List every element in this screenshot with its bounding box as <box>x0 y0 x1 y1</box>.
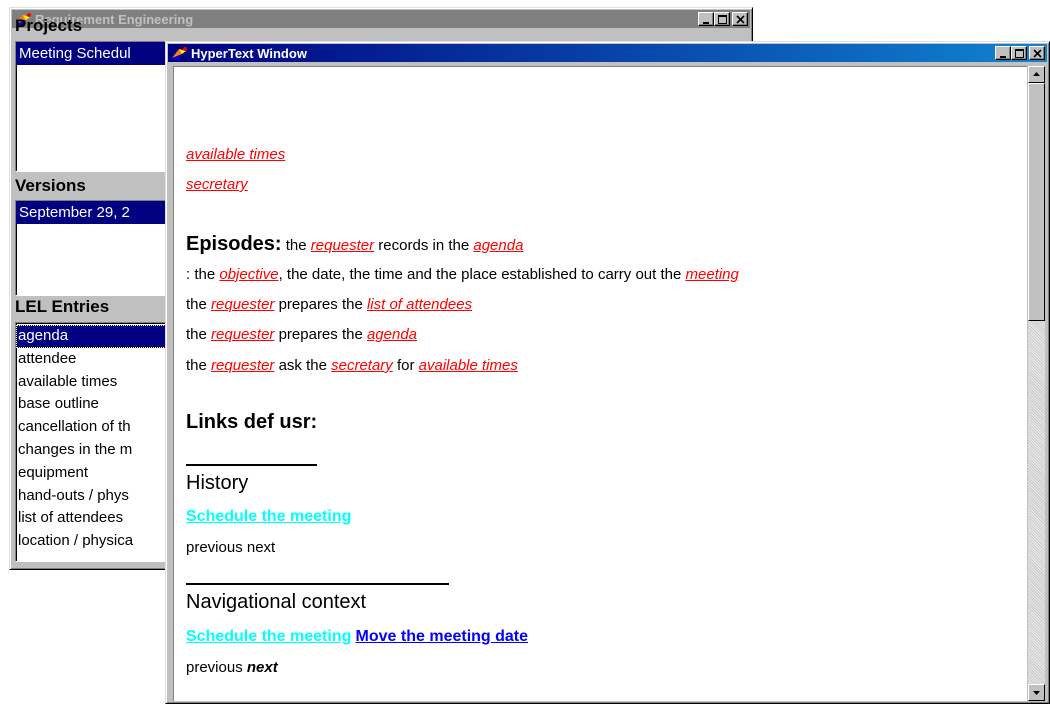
lel-entry[interactable]: equipment <box>16 462 184 485</box>
lel-entry[interactable]: location / physica <box>16 530 184 553</box>
nav-move-date-link[interactable]: Move the meeting date <box>356 628 528 645</box>
episode-line: : the objective, the date, the time and … <box>186 266 739 283</box>
scroll-thumb[interactable] <box>1028 83 1045 321</box>
hypertext-window: HyperText Window available times secreta… <box>165 41 1050 704</box>
available-times-link[interactable]: available times <box>186 146 285 163</box>
close-icon <box>1033 49 1042 58</box>
history-heading: History <box>186 472 249 494</box>
hypertext-window-titlebar[interactable]: HyperText Window <box>168 44 1047 62</box>
nav-previous[interactable]: previous <box>186 659 243 676</box>
versions-listbox[interactable]: September 29, 2 <box>15 200 185 296</box>
versions-label: Versions <box>15 176 86 195</box>
agenda-link[interactable]: agenda <box>473 237 523 254</box>
episode-line: the requester prepares the agenda <box>186 326 417 343</box>
nav-context-divider <box>186 583 449 585</box>
lel-entry[interactable]: list of attendees <box>16 507 184 530</box>
lel-entry[interactable]: changes in the m <box>16 439 184 462</box>
maximize-icon <box>1015 49 1024 58</box>
lel-entry[interactable]: available times <box>16 371 184 394</box>
navigational-context-heading: Navigational context <box>186 591 367 613</box>
episode-text: the <box>186 296 212 313</box>
hypertext-window-title: HyperText Window <box>191 45 307 61</box>
meeting-link[interactable]: meeting <box>685 266 738 283</box>
version-item[interactable]: September 29, 2 <box>16 201 184 224</box>
episode-text: the <box>186 326 212 343</box>
scroll-up-button[interactable] <box>1028 66 1045 83</box>
lel-entry[interactable]: hand-outs / phys <box>16 485 184 508</box>
requester-link[interactable]: requester <box>211 326 274 343</box>
nav-schedule-link[interactable]: Schedule the meeting <box>186 628 351 645</box>
episode-text: ask the <box>274 357 332 374</box>
minimize-button[interactable] <box>995 46 1011 60</box>
lel-entries-label: LEL Entries <box>15 297 110 316</box>
minimize-icon <box>1000 56 1006 58</box>
projects-label: Projects <box>15 16 83 35</box>
close-button[interactable] <box>1029 46 1045 60</box>
list-of-attendees-link[interactable]: list of attendees <box>367 296 472 313</box>
lel-entries-listbox[interactable]: agenda attendee available times base out… <box>15 322 185 562</box>
requester-link[interactable]: requester <box>211 296 274 313</box>
app-icon <box>172 46 187 60</box>
history-next[interactable]: next <box>247 539 275 556</box>
lel-entry[interactable]: base outline <box>16 393 184 416</box>
arrow-up-icon <box>1033 72 1040 76</box>
episode-line: the requester prepares the list of atten… <box>186 296 472 313</box>
requester-link[interactable]: requester <box>311 237 374 254</box>
episode-text: prepares the <box>274 296 367 313</box>
minimize-button[interactable] <box>698 12 714 26</box>
links-def-usr-heading: Links def usr: <box>186 411 318 433</box>
available-times-link[interactable]: available times <box>419 357 518 374</box>
requester-link[interactable]: requester <box>211 357 274 374</box>
lel-entry[interactable]: attendee <box>16 348 184 371</box>
close-button[interactable] <box>732 12 748 26</box>
episode-text: records in the <box>374 237 474 254</box>
history-previous[interactable]: previous <box>186 539 243 556</box>
episode-text: : the <box>186 266 220 283</box>
project-item[interactable]: Meeting Schedul <box>16 42 184 65</box>
episode-text: , the date, the time and the place estab… <box>278 266 686 283</box>
arrow-down-icon <box>1033 691 1040 695</box>
close-icon <box>736 15 745 24</box>
projects-listbox[interactable]: Meeting Schedul <box>15 41 185 172</box>
maximize-button[interactable] <box>1011 46 1027 60</box>
episode-text: prepares the <box>274 326 367 343</box>
nav-next[interactable]: next <box>247 659 278 676</box>
maximize-button[interactable] <box>714 12 730 26</box>
secretary-link[interactable]: secretary <box>331 357 393 374</box>
history-schedule-link[interactable]: Schedule the meeting <box>186 508 351 525</box>
episode-text: the <box>281 237 311 254</box>
episode-line: Episodes: the requester records in the a… <box>186 233 523 256</box>
episode-text: the <box>186 357 212 374</box>
hypertext-content: available times secretary Episodes: the … <box>173 66 1027 701</box>
lel-entry[interactable]: cancellation of th <box>16 416 184 439</box>
episode-text: for <box>392 357 419 374</box>
lel-entry[interactable]: agenda <box>16 325 184 348</box>
maximize-icon <box>718 15 727 24</box>
minimize-icon <box>703 22 709 24</box>
episode-line: the requester ask the secretary for avai… <box>186 357 518 374</box>
vertical-scrollbar[interactable] <box>1028 66 1045 701</box>
episodes-label: Episodes: <box>186 233 282 255</box>
agenda-link[interactable]: agenda <box>367 326 417 343</box>
left-window-titlebar[interactable]: Requirement Engineering <box>12 10 750 28</box>
objective-link[interactable]: objective <box>219 266 278 283</box>
secretary-link[interactable]: secretary <box>186 176 248 193</box>
scroll-down-button[interactable] <box>1028 684 1045 701</box>
history-divider <box>186 464 317 466</box>
left-window-title: Requirement Engineering <box>35 11 194 27</box>
